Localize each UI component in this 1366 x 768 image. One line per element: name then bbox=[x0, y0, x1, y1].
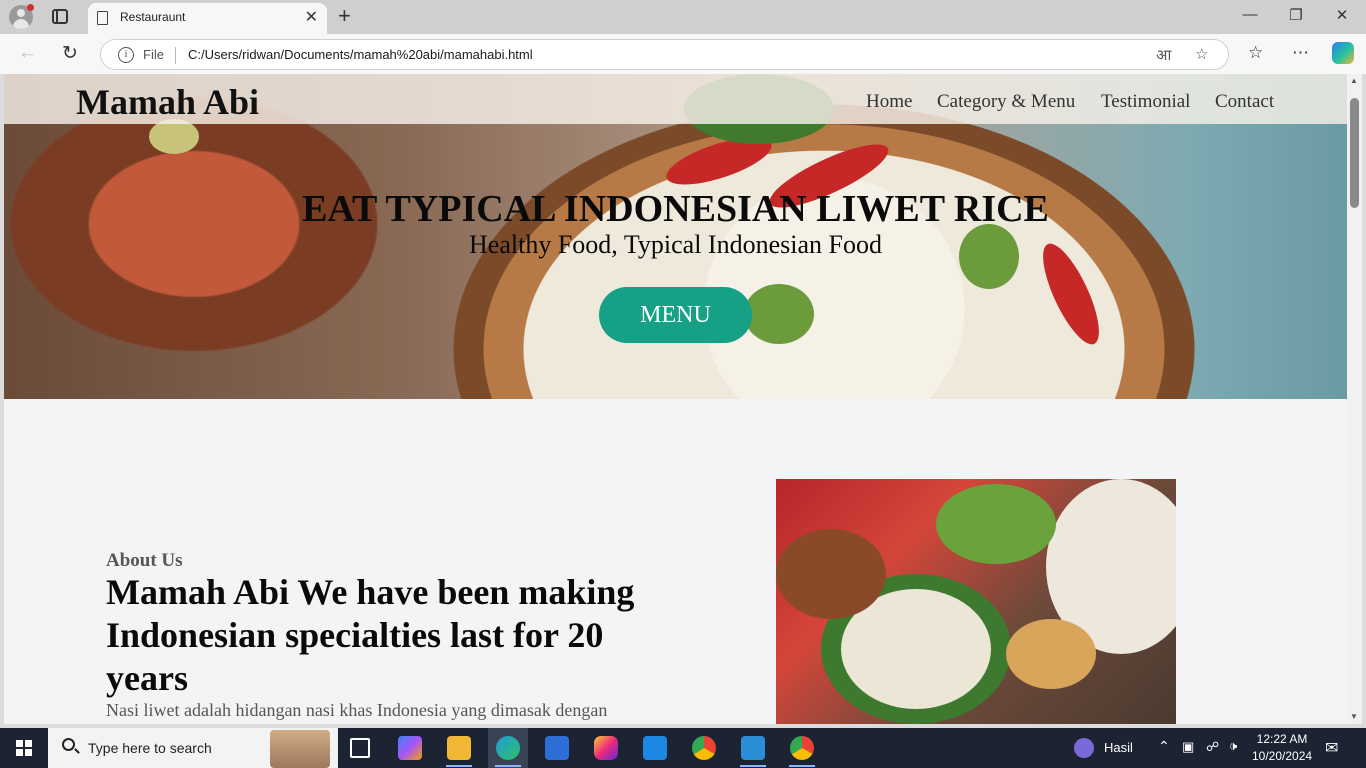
site-logo[interactable]: Mamah Abi bbox=[76, 81, 259, 123]
hero-section: Mamah Abi Home Category & Menu Testimoni… bbox=[4, 74, 1347, 399]
read-aloud-icon[interactable]: आ bbox=[1156, 45, 1171, 65]
scrollbar-thumb[interactable] bbox=[1350, 98, 1359, 208]
about-kicker: About Us bbox=[106, 550, 183, 571]
vegetables bbox=[936, 484, 1056, 564]
about-food-image bbox=[776, 479, 1176, 724]
tofu bbox=[1006, 619, 1096, 689]
favorite-star-icon[interactable]: ☆ bbox=[1195, 45, 1208, 63]
search-icon bbox=[62, 738, 75, 751]
minimize-icon[interactable]: — bbox=[1240, 6, 1260, 23]
search-placeholder: Type here to search bbox=[88, 740, 212, 756]
edge-icon[interactable] bbox=[496, 736, 520, 760]
copilot-icon[interactable] bbox=[1332, 42, 1354, 64]
scroll-up-icon[interactable]: ▲ bbox=[1350, 76, 1358, 85]
running-indicator bbox=[789, 765, 815, 767]
clock-time: 12:22 AM bbox=[1256, 732, 1308, 746]
page-icon bbox=[97, 11, 108, 25]
instagram-icon[interactable] bbox=[594, 736, 618, 760]
notification-dot bbox=[27, 4, 34, 11]
egg-decoration bbox=[149, 119, 199, 154]
taskbar-search[interactable]: Type here to search bbox=[48, 728, 338, 768]
windows-taskbar: Type here to search Hasil ⌃ ▣ ☍ 🕩 12:22 … bbox=[0, 728, 1366, 768]
more-icon[interactable]: ⋯ bbox=[1292, 43, 1309, 63]
file-label: File bbox=[143, 47, 164, 62]
taskbar-clock[interactable]: 12:22 AM 10/20/2024 bbox=[1252, 731, 1312, 765]
nav-category-menu[interactable]: Category & Menu bbox=[937, 91, 1075, 113]
weather-text[interactable]: Hasil bbox=[1104, 740, 1133, 755]
file-explorer-icon[interactable] bbox=[447, 736, 471, 760]
store-icon[interactable] bbox=[545, 736, 569, 760]
chrome-icon[interactable] bbox=[692, 736, 716, 760]
restore-icon[interactable]: ❐ bbox=[1286, 6, 1306, 24]
about-text: Nasi liwet adalah hidangan nasi khas Ind… bbox=[106, 700, 608, 720]
mail-icon[interactable] bbox=[643, 736, 667, 760]
scroll-down-icon[interactable]: ▼ bbox=[1350, 712, 1358, 721]
tempeh bbox=[776, 529, 886, 619]
page-viewport: Mamah Abi Home Category & Menu Testimoni… bbox=[4, 74, 1347, 724]
page-scrollbar[interactable]: ▲ ▼ bbox=[1347, 74, 1362, 724]
new-tab-button[interactable]: + bbox=[338, 3, 351, 29]
running-indicator bbox=[446, 765, 472, 767]
weather-icon[interactable] bbox=[1074, 738, 1094, 758]
back-icon[interactable]: ← bbox=[18, 42, 37, 64]
favorites-icon[interactable]: ☆ bbox=[1248, 43, 1263, 63]
about-title: Mamah Abi We have been making Indonesian… bbox=[106, 572, 635, 698]
nav-testimonial[interactable]: Testimonial bbox=[1101, 91, 1190, 113]
tray-overflow-icon[interactable]: ⌃ bbox=[1158, 738, 1170, 755]
network-icon[interactable]: ☍ bbox=[1206, 739, 1219, 755]
menu-button[interactable]: MENU bbox=[599, 287, 752, 343]
browser-tab-bar: Restauraunt ✕ + — ❐ ✕ bbox=[0, 0, 1366, 34]
refresh-icon[interactable]: ↻ bbox=[62, 42, 78, 65]
browser-toolbar: ← ↻ i File C:/Users/ridwan/Documents/mam… bbox=[0, 34, 1366, 74]
hero-subtitle: Healthy Food, Typical Indonesian Food bbox=[469, 230, 882, 259]
tab-actions-icon[interactable] bbox=[52, 9, 68, 24]
windows-start-icon[interactable] bbox=[16, 740, 32, 756]
url-text[interactable]: C:/Users/ridwan/Documents/mamah%20abi/ma… bbox=[188, 47, 533, 62]
tab-title: Restauraunt bbox=[120, 10, 186, 24]
copilot-app-icon[interactable] bbox=[398, 736, 422, 760]
browser-tab[interactable]: Restauraunt ✕ bbox=[88, 3, 327, 34]
tab-close-icon[interactable]: ✕ bbox=[305, 7, 318, 27]
hero-title: EAT TYPICAL INDONESIAN LIWET RICE bbox=[302, 188, 1049, 230]
clock-date: 10/20/2024 bbox=[1252, 749, 1313, 763]
notification-icon[interactable]: ✉ bbox=[1325, 738, 1338, 758]
site-navbar: Mamah Abi Home Category & Menu Testimoni… bbox=[4, 74, 1347, 124]
vscode-icon[interactable] bbox=[741, 736, 765, 760]
nav-contact[interactable]: Contact bbox=[1215, 91, 1274, 113]
running-indicator bbox=[495, 765, 521, 767]
nav-home[interactable]: Home bbox=[866, 91, 912, 113]
info-icon[interactable]: i bbox=[118, 47, 134, 63]
chrome-profile-icon[interactable] bbox=[790, 736, 814, 760]
task-view-icon[interactable] bbox=[350, 738, 370, 758]
search-highlight-image bbox=[270, 730, 330, 768]
address-bar[interactable]: i File C:/Users/ridwan/Documents/mamah%2… bbox=[100, 39, 1229, 70]
window-close-icon[interactable]: ✕ bbox=[1332, 6, 1352, 24]
address-divider bbox=[175, 47, 176, 64]
device-icon[interactable]: ▣ bbox=[1182, 739, 1194, 755]
pea-decoration bbox=[744, 284, 814, 344]
running-indicator bbox=[740, 765, 766, 767]
volume-icon[interactable]: 🕩 bbox=[1229, 738, 1237, 754]
